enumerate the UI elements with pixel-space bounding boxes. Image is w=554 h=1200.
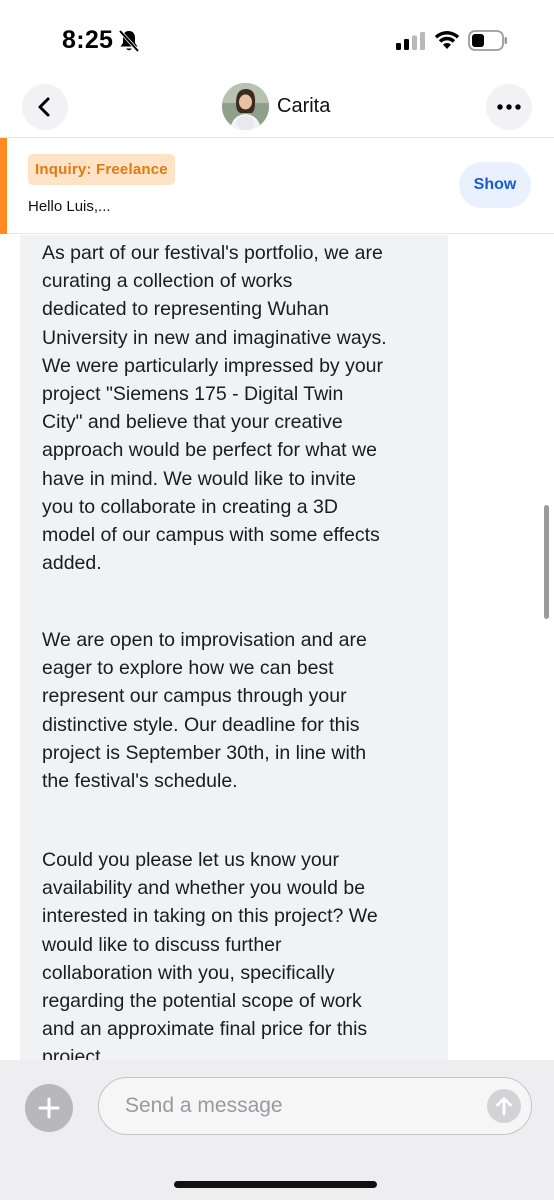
send-button[interactable] xyxy=(487,1089,521,1123)
add-attachment-button[interactable] xyxy=(25,1084,73,1132)
message-input-placeholder: Send a message xyxy=(125,1094,283,1117)
message-input[interactable]: Send a message xyxy=(98,1077,532,1135)
cellular-signal-icon xyxy=(396,32,425,50)
message-composer: Send a message xyxy=(0,1060,554,1200)
contact-avatar[interactable] xyxy=(222,83,269,130)
show-inquiry-button[interactable]: Show xyxy=(459,162,531,208)
battery-icon xyxy=(468,30,508,51)
message-paragraph: As part of our festival's portfolio, we … xyxy=(42,242,387,575)
message-paragraph: We are open to improvisation and are eag… xyxy=(42,629,367,793)
ellipsis-icon xyxy=(497,104,521,110)
back-button[interactable] xyxy=(22,84,68,130)
plus-icon xyxy=(38,1097,60,1119)
inquiry-banner: Inquiry: Freelance Hello Luis,... Show xyxy=(0,138,554,234)
status-bar: 8:25 xyxy=(0,0,554,76)
home-indicator xyxy=(174,1181,377,1188)
message-thread[interactable]: As part of our festival's portfolio, we … xyxy=(0,235,554,1060)
bell-slash-icon xyxy=(118,29,140,53)
contact-name[interactable]: Carita xyxy=(277,95,330,118)
wifi-icon xyxy=(434,31,460,49)
inquiry-type-badge: Inquiry: Freelance xyxy=(28,154,175,185)
scrollbar[interactable] xyxy=(544,505,549,619)
inquiry-preview-text: Hello Luis,... xyxy=(28,198,111,215)
inquiry-accent-bar xyxy=(0,138,7,234)
chevron-left-icon xyxy=(38,97,50,117)
status-time: 8:25 xyxy=(62,26,114,54)
arrow-up-icon xyxy=(496,1097,512,1116)
more-options-button[interactable] xyxy=(486,84,532,130)
message-paragraph: Could you please let us know your availa… xyxy=(42,849,378,1060)
chat-screen: 8:25 Carita Inquiry: Freelance Hello Lui… xyxy=(0,0,554,1200)
chat-header: Carita xyxy=(0,76,554,138)
